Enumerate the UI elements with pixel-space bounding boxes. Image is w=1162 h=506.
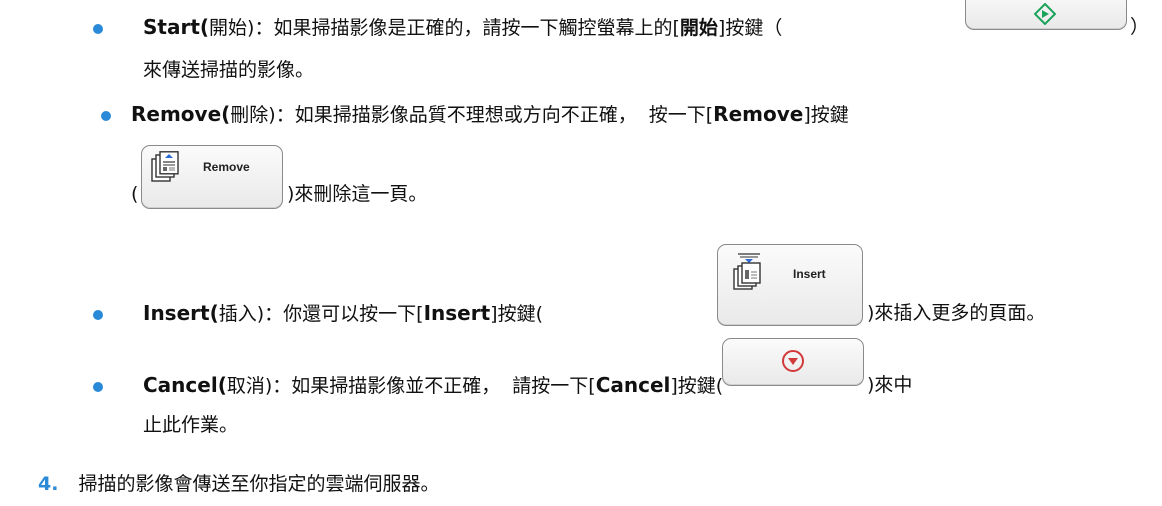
start-colon: ：	[254, 17, 274, 39]
start-icon	[1034, 3, 1056, 25]
insert-after-button: )來插入更多的頁面。	[867, 302, 1046, 324]
remove-keyword: Remove(	[131, 102, 231, 126]
cancel-after-button: )來中	[867, 374, 913, 396]
step-number: 4.	[38, 473, 59, 495]
insert-paren: 插入)	[218, 303, 265, 325]
cancel-text-a: 如果掃描影像並不正確，	[291, 375, 501, 397]
cancel-text-b: 請按一下[	[512, 375, 596, 397]
bullet	[101, 111, 111, 121]
remove-button-image: Remove	[141, 145, 283, 209]
cancel-paren: 取消)	[226, 375, 273, 397]
insert-button-image: Insert	[717, 244, 863, 326]
cancel-button-image	[722, 338, 864, 386]
cancel-line-2: 止此作業。	[143, 414, 239, 436]
insert-text-b: ]按鍵(	[490, 303, 543, 325]
remove-text-b: 按一下[	[648, 104, 714, 126]
step-4-text: 掃描的影像會傳送至你指定的雲端伺服器。	[78, 473, 440, 495]
start-close-paren: ）	[1130, 16, 1150, 38]
remove-button-label: Remove	[203, 160, 250, 174]
start-text-a: 如果掃描影像是正確的，請按一下觸控螢幕上的[	[273, 17, 680, 39]
bullet	[93, 24, 103, 34]
remove-text-a: 如果掃描影像品質不理想或方向不正確，	[294, 104, 637, 126]
insert-text-a: 你還可以按一下[	[283, 303, 424, 325]
remove-line-1: Remove(刪除)：如果掃描影像品質不理想或方向不正確， 按一下[Remove]…	[131, 100, 849, 129]
start-line-1: Start(開始)：如果掃描影像是正確的，請按一下觸控螢幕上的[開始]按鍵（	[143, 13, 782, 42]
insert-colon: ：	[264, 303, 284, 325]
cancel-keyword: Cancel(	[143, 373, 227, 397]
bullet	[93, 382, 103, 392]
step-4: 4. 掃描的影像會傳送至你指定的雲端伺服器。	[38, 470, 440, 498]
remove-bracket-bold: Remove	[713, 102, 804, 126]
bullet	[93, 310, 103, 320]
start-button-image	[965, 0, 1127, 30]
remove-text-c: ]按鍵	[803, 104, 849, 126]
insert-button-label: Insert	[793, 267, 826, 281]
cancel-colon: ：	[272, 375, 292, 397]
insert-keyword: Insert(	[143, 301, 219, 325]
cancel-line-1: Cancel(取消)：如果掃描影像並不正確， 請按一下[Cancel]按鍵(	[143, 371, 723, 400]
insert-line: Insert(插入)：你還可以按一下[Insert]按鍵(	[143, 299, 543, 328]
remove-pages-icon	[151, 151, 179, 182]
remove-paren: 刪除)	[230, 104, 276, 126]
insert-pages-icon	[733, 253, 761, 290]
start-text-b: ]按鍵（	[717, 17, 783, 39]
cancel-icon	[782, 350, 804, 372]
remove-open-paren: (	[131, 183, 139, 205]
start-keyword: Start(	[143, 15, 210, 39]
remove-after-button: )來刪除這一頁。	[287, 183, 428, 205]
remove-colon: ：	[275, 104, 295, 126]
cancel-bracket-bold: Cancel	[595, 373, 671, 397]
insert-bracket-bold: Insert	[423, 301, 491, 325]
start-bracket-bold: 開始	[679, 17, 718, 39]
start-line-2: 來傳送掃描的影像。	[143, 59, 315, 81]
cancel-text-c: ]按鍵(	[670, 375, 724, 397]
start-paren: 開始)	[209, 17, 255, 39]
